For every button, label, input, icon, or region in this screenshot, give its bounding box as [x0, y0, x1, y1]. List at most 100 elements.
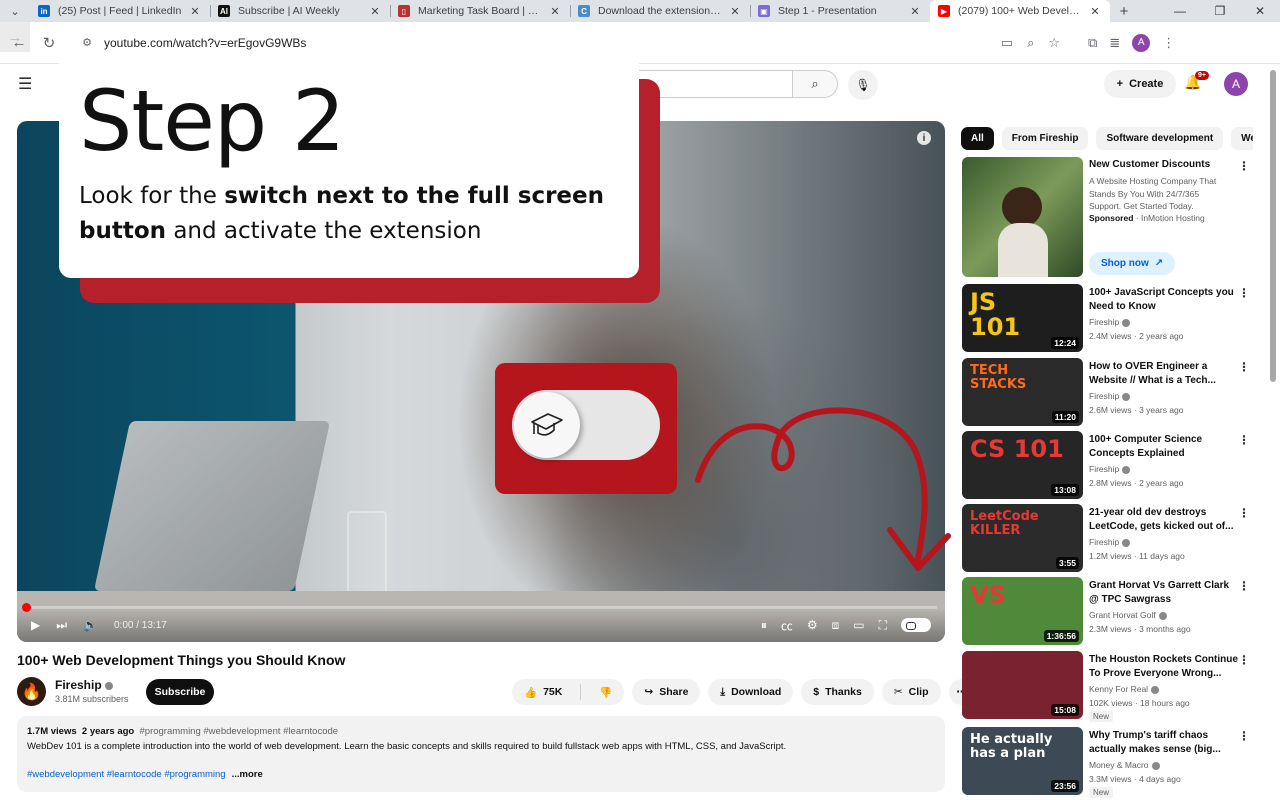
bookmark-star-icon[interactable]: ☆ — [1048, 35, 1060, 51]
more-options-icon[interactable]: ⋮ — [1238, 433, 1250, 447]
more-options-icon[interactable]: ⋮ — [1238, 286, 1250, 300]
thanks-button[interactable]: $ Thanks — [801, 679, 874, 705]
recommended-title[interactable]: 21-year old dev destroys LeetCode, gets … — [1089, 506, 1239, 534]
clip-button[interactable]: ✂ Clip — [881, 679, 941, 705]
video-thumbnail[interactable]: LeetCode KILLER 3:55 — [962, 504, 1083, 572]
forward-button[interactable]: → — [0, 22, 30, 52]
recommended-channel[interactable]: Fireship — [1089, 537, 1131, 547]
description-hashtags[interactable]: #webdevelopment #learntocode #programmin… — [27, 767, 935, 782]
browser-tab[interactable]: in (25) Post | Feed | LinkedIn ✕ — [30, 0, 210, 22]
video-thumbnail[interactable]: He actually has a plan 23:56 — [962, 727, 1083, 795]
ad-more-icon[interactable]: ⋮ — [1238, 159, 1250, 173]
zoom-icon[interactable]: ⌕ — [1027, 35, 1034, 51]
recommended-title[interactable]: Why Trump's tariff chaos actually makes … — [1089, 729, 1239, 757]
minimize-icon[interactable]: — — [1160, 0, 1200, 22]
browser-tab[interactable]: ▯ Marketing Task Board | Trello ✕ — [390, 0, 570, 22]
shop-now-button[interactable]: Shop now ↗ — [1089, 252, 1176, 275]
recommended-video[interactable]: TECH STACKS 11:20 How to OVER Engineer a… — [962, 358, 1254, 426]
tab-search-icon[interactable]: ⌄ — [0, 0, 30, 22]
share-button[interactable]: ↪ Share — [632, 679, 701, 705]
recommended-video[interactable]: CS 101 13:08 100+ Computer Science Conce… — [962, 431, 1254, 499]
recommended-channel[interactable]: Money & Macro — [1089, 760, 1160, 770]
miniplayer-icon[interactable]: ⧈ — [832, 618, 840, 633]
recommended-channel[interactable]: Fireship — [1089, 464, 1131, 474]
account-avatar[interactable]: A — [1224, 72, 1248, 96]
dislike-button[interactable]: 👎 — [587, 679, 624, 705]
search-button[interactable]: ⌕ — [792, 70, 838, 98]
extension-toggle-switch[interactable] — [901, 618, 931, 632]
tab-close-icon[interactable]: ✕ — [908, 5, 922, 18]
extensions-icon[interactable]: ⧉ — [1088, 35, 1097, 51]
theater-mode-icon[interactable]: ▭ — [853, 618, 864, 632]
show-more-link[interactable]: ...more — [232, 769, 263, 780]
more-options-icon[interactable]: ⋮ — [1238, 506, 1250, 520]
tab-close-icon[interactable]: ✕ — [1088, 5, 1102, 18]
close-window-icon[interactable]: ✕ — [1240, 0, 1280, 22]
more-options-icon[interactable]: ⋮ — [1238, 653, 1250, 667]
video-thumbnail[interactable]: JS 101 12:24 — [962, 284, 1083, 352]
recommended-video[interactable]: JS 101 12:24 100+ JavaScript Concepts yo… — [962, 284, 1254, 352]
create-button[interactable]: + Create — [1104, 70, 1176, 98]
filter-chip[interactable]: Web Dev — [1231, 127, 1253, 150]
download-button[interactable]: ⤓ Download — [708, 679, 794, 705]
voice-search-button[interactable]: 🎙 — [848, 70, 878, 100]
recommended-channel[interactable]: Kenny For Real — [1089, 684, 1160, 694]
browser-menu-icon[interactable]: ⋮ — [1162, 35, 1175, 51]
site-info-icon[interactable]: ⚙ — [80, 36, 94, 50]
recommended-channel[interactable]: Fireship — [1089, 391, 1131, 401]
video-thumbnail[interactable]: CS 101 13:08 — [962, 431, 1083, 499]
recommended-title[interactable]: How to OVER Engineer a Website // What i… — [1089, 360, 1239, 388]
reload-button[interactable]: ↻ — [34, 28, 64, 58]
channel-name[interactable]: Fireship — [55, 678, 113, 692]
channel-avatar[interactable]: 🔥 — [17, 677, 46, 706]
tab-close-icon[interactable]: ✕ — [728, 5, 742, 18]
page-scrollbar[interactable] — [1270, 70, 1276, 382]
tab-close-icon[interactable]: ✕ — [188, 5, 202, 18]
browser-tab[interactable]: AI Subscribe | AI Weekly ✕ — [210, 0, 390, 22]
filter-chip[interactable]: All — [961, 127, 994, 150]
autoplay-toggle-icon[interactable]: ⏸ — [761, 618, 767, 633]
play-icon[interactable]: ▶ — [31, 618, 40, 632]
browser-tab[interactable]: ▣ Step 1 - Presentation ✕ — [750, 0, 930, 22]
filter-chip[interactable]: From Fireship — [1001, 127, 1089, 150]
menu-icon[interactable]: ☰ — [18, 74, 32, 94]
settings-gear-icon[interactable]: ⚙ — [807, 618, 818, 632]
recommended-title[interactable]: The Houston Rockets Continue To Prove Ev… — [1089, 653, 1239, 681]
recommended-title[interactable]: 100+ Computer Science Concepts Explained — [1089, 433, 1239, 461]
video-thumbnail[interactable]: 15:08 — [962, 651, 1083, 719]
fullscreen-icon[interactable]: ⛶ — [879, 618, 887, 633]
recommended-video[interactable]: LeetCode KILLER 3:55 21-year old dev des… — [962, 504, 1254, 572]
recommended-video[interactable]: VS 1:36:56 Grant Horvat Vs Garrett Clark… — [962, 577, 1254, 645]
recommended-channel[interactable]: Fireship — [1089, 317, 1131, 327]
profile-avatar[interactable]: A — [1132, 33, 1151, 52]
browser-tab[interactable]: ▶ (2079) 100+ Web Developm ✕ — [930, 0, 1110, 22]
video-thumbnail[interactable]: VS 1:36:56 — [962, 577, 1083, 645]
tab-close-icon[interactable]: ✕ — [368, 5, 382, 18]
recommended-video[interactable]: He actually has a plan 23:56 Why Trump's… — [962, 727, 1254, 798]
media-controls-icon[interactable]: ≣ — [1109, 35, 1120, 51]
browser-tab[interactable]: C Download the extension, op ✕ — [570, 0, 750, 22]
new-tab-button[interactable]: + — [1110, 0, 1138, 22]
more-options-icon[interactable]: ⋮ — [1238, 360, 1250, 374]
recommended-title[interactable]: Grant Horvat Vs Garrett Clark @ TPC Sawg… — [1089, 579, 1239, 607]
subscribe-button[interactable]: Subscribe — [146, 679, 214, 705]
captions-icon[interactable]: ㏄ — [781, 617, 793, 634]
info-icon[interactable]: i — [917, 131, 931, 145]
filter-chip[interactable]: Software development — [1096, 127, 1224, 150]
tab-close-icon[interactable]: ✕ — [548, 5, 562, 18]
volume-icon[interactable]: 🔈 — [83, 618, 98, 632]
restore-icon[interactable]: ❐ — [1200, 0, 1240, 22]
description-box[interactable]: 1.7M views 2 years ago #programming #web… — [17, 716, 945, 792]
video-thumbnail[interactable]: TECH STACKS 11:20 — [962, 358, 1083, 426]
more-options-icon[interactable]: ⋮ — [1238, 579, 1250, 593]
like-button[interactable]: 👍 75K — [512, 679, 574, 705]
recommended-video[interactable]: 15:08 The Houston Rockets Continue To Pr… — [962, 651, 1254, 722]
external-link-icon: ↗ — [1154, 258, 1164, 269]
next-icon[interactable]: ⏭ — [56, 618, 67, 633]
recommended-channel[interactable]: Grant Horvat Golf — [1089, 610, 1167, 620]
cast-icon[interactable]: ▭ — [1001, 35, 1013, 51]
recommended-title[interactable]: 100+ JavaScript Concepts you Need to Kno… — [1089, 286, 1239, 314]
sponsored-ad[interactable]: New Customer Discounts A Website Hosting… — [962, 157, 1254, 277]
ad-thumbnail[interactable] — [962, 157, 1083, 277]
more-options-icon[interactable]: ⋮ — [1238, 729, 1250, 743]
